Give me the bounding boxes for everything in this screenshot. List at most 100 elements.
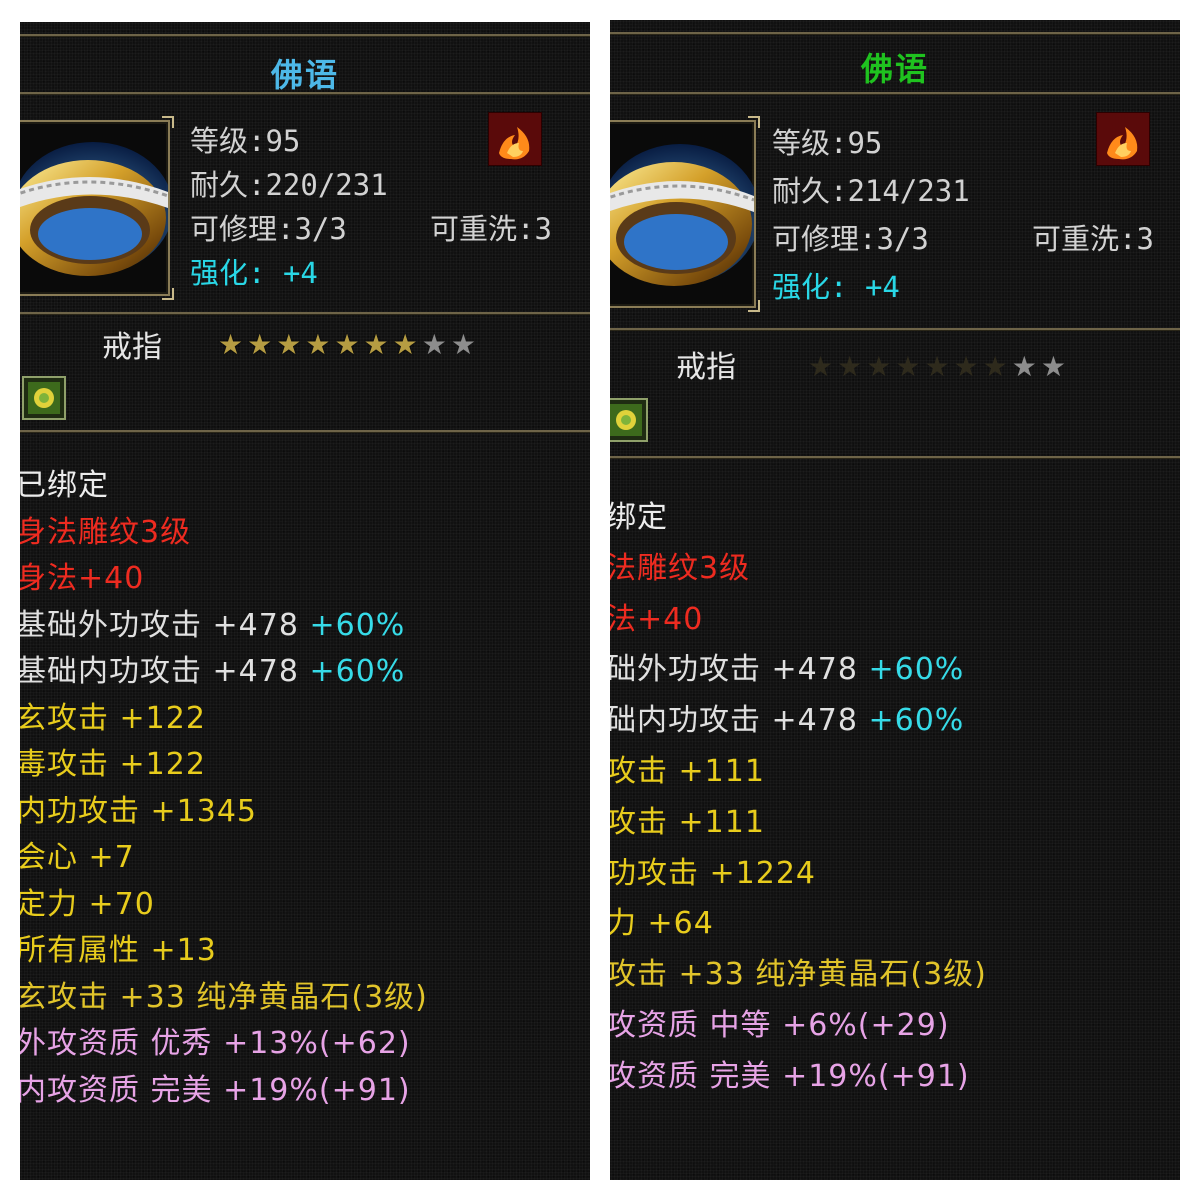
attribute-text: 力 +64 [610,906,714,942]
attribute-line: 定力 +70 [20,879,155,923]
fire-element-icon [488,112,542,166]
star-filled-icon: ★ [924,350,954,383]
attribute-line: 攻击 +111 [610,797,765,841]
attribute-text: 法雕纹3级 [610,550,751,586]
attribute-text: 攻击 +111 [610,804,765,840]
rewash-stat: 可重洗:3 [430,212,552,246]
divider [610,92,1180,95]
attribute-line: 功攻击 +1224 [610,848,816,892]
attribute-text: 定力 +70 [20,886,155,922]
attribute-line: 攻击 +33 纯净黄晶石(3级) [610,949,987,993]
enhance-stat: 强化: +4 [190,250,318,292]
fire-element-icon [1096,112,1150,166]
star-filled-icon: ★ [895,350,925,383]
attribute-text: 已绑定 [20,468,109,503]
star-filled-icon: ★ [953,350,983,383]
attribute-line: 攻资质 中等 +6%(+29) [610,1000,950,1044]
divider [610,456,1180,459]
attribute-line: 内攻资质 完美 +19%(+91) [20,1065,411,1109]
attribute-line: 础内功攻击 +478 +60% [610,695,964,739]
star-filled-icon: ★ [392,328,422,361]
star-filled-icon: ★ [218,328,248,361]
durability-stat: 耐久:214/231 [772,174,970,208]
attribute-line: 已绑定 [20,460,109,504]
star-filled-icon: ★ [305,328,335,361]
attribute-text: 法+40 [610,601,704,637]
level-stat: 等级:95 [190,124,301,158]
enhance-value: +4 [864,270,900,304]
star-empty-icon: ★ [1040,350,1070,383]
attribute-line: 法雕纹3级 [610,543,750,587]
divider [20,34,590,37]
attribute-text: 会心 +7 [20,840,135,875]
attribute-text: 玄攻击 +122 [20,700,206,736]
star-filled-icon: ★ [808,350,838,383]
star-filled-icon: ★ [247,328,277,361]
attribute-line: 法+40 [610,594,703,638]
attribute-text: 基础内功攻击 +478 [20,654,299,689]
item-title: 佛语 [860,50,929,88]
attribute-line: 毒攻击 +122 [20,739,206,783]
attribute-text: 础内功攻击 +478 [610,703,858,739]
divider [610,32,1180,35]
gem-slot-icon [610,398,648,442]
attribute-text: 基础外功攻击 +478 [20,607,299,643]
attribute-text: 攻击 +33 纯净黄晶石(3级) [610,957,987,993]
star-rating: ★★★★★★★★★ [808,350,1070,383]
divider [20,92,590,95]
attribute-text: 玄攻击 +33 纯净黄晶石(3级) [20,979,428,1015]
divider [20,430,590,433]
attribute-text: 身法+40 [20,561,145,596]
attribute-line: 玄攻击 +122 [20,693,206,737]
attribute-line: 会心 +7 [20,832,135,876]
attribute-line: 基础外功攻击 +478 +60% [20,600,405,644]
durability-stat: 耐久:220/231 [190,168,388,202]
attribute-line: 攻击 +111 [610,746,765,790]
attribute-percent: +60% [298,607,406,643]
item-type: 戒指 [102,330,162,365]
enhance-label: 强化: [772,270,848,304]
enhance-label: 强化: [190,256,266,290]
ring-icon [610,116,760,312]
attribute-text: 所有属性 +13 [20,933,217,968]
attribute-line: 力 +64 [610,898,714,942]
attribute-line: 身法+40 [20,553,144,597]
repairable-stat: 可修理:3/3 [190,212,347,246]
attribute-line: 绑定 [610,492,668,536]
attribute-text: 身法雕纹3级 [20,514,192,550]
star-empty-icon: ★ [450,328,480,361]
star-filled-icon: ★ [837,350,867,383]
attribute-text: 攻资质 完美 +19%(+91) [610,1058,970,1094]
star-rating: ★★★★★★★★★ [218,328,480,361]
attribute-line: 外攻资质 优秀 +13%(+62) [20,1018,411,1062]
attribute-text: 攻击 +111 [610,754,765,789]
attribute-line: 攻资质 完美 +19%(+91) [610,1051,970,1095]
attribute-text: 毒攻击 +122 [20,747,206,782]
star-filled-icon: ★ [363,328,393,361]
star-filled-icon: ★ [866,350,896,383]
attribute-text: 外攻资质 优秀 +13%(+62) [20,1026,411,1061]
attribute-text: 础外功攻击 +478 [610,652,858,688]
item-title: 佛语 [270,56,339,94]
attribute-line: 玄攻击 +33 纯净黄晶石(3级) [20,972,428,1016]
item-tooltip-left: 佛语 等级:95 耐久:220/231 可修理:3/3 可重洗:3 强化: +4… [20,22,590,1180]
attribute-percent: +60% [857,703,965,739]
attribute-text: 绑定 [610,500,668,535]
attribute-line: 所有属性 +13 [20,925,217,969]
enhance-value: +4 [282,256,318,290]
star-empty-icon: ★ [1011,350,1041,383]
attribute-line: 身法雕纹3级 [20,507,191,551]
star-filled-icon: ★ [982,350,1012,383]
enhance-stat: 强化: +4 [772,264,900,306]
attribute-line: 内功攻击 +1345 [20,786,257,830]
attribute-percent: +60% [298,654,406,689]
item-type: 戒指 [676,350,736,385]
gem-slot-icon [22,376,66,420]
repairable-stat: 可修理:3/3 [772,222,929,256]
divider [610,328,1180,331]
ring-icon [20,116,174,300]
level-stat: 等级:95 [772,126,883,160]
attribute-line: 础外功攻击 +478 +60% [610,644,964,688]
rewash-stat: 可重洗:3 [1032,222,1154,256]
divider [20,312,590,315]
